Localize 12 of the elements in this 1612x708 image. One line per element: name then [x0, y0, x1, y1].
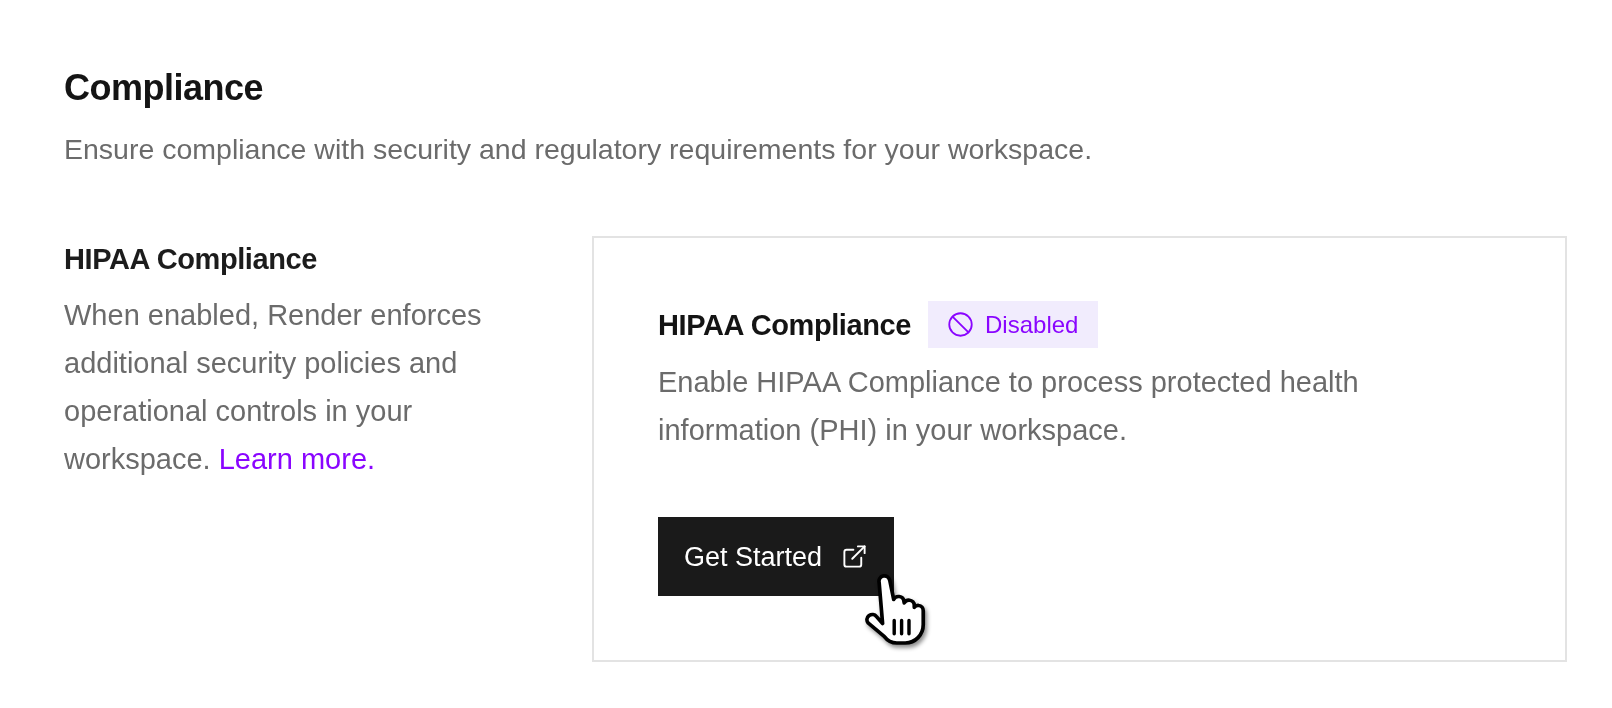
card-description: Enable HIPAA Compliance to process protected health information (PHI) in your workspace. [658, 365, 1360, 448]
status-label: Disabled [985, 309, 1079, 340]
section-title: HIPAA Compliance [64, 242, 318, 277]
section-description: When enabled, Render enforces additional security policies and operational controls in your workspace. Learn more. [64, 298, 483, 477]
hand-pointer-cursor-icon [862, 574, 928, 646]
page-title: Compliance [64, 66, 264, 110]
page-description: Ensure compliance with security and regulatory requirements for your workspace. [64, 132, 1093, 167]
external-link-icon [841, 543, 869, 570]
learn-more-link[interactable]: Learn more. [218, 443, 376, 475]
blocked-circle-icon [947, 311, 975, 338]
get-started-button[interactable]: Get Started [658, 517, 895, 596]
card-title: HIPAA Compliance [658, 307, 912, 343]
